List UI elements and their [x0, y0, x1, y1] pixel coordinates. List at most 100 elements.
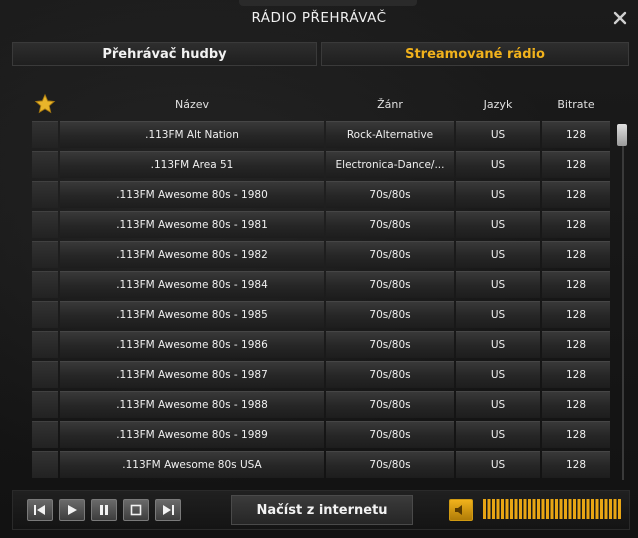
window-top-notch [239, 0, 417, 6]
station-name: .113FM Awesome 80s - 1985 [60, 301, 324, 328]
table-row[interactable]: .113FM Awesome 80s - 1985 70s/80s US 128 [28, 300, 612, 330]
volume-level [483, 499, 621, 519]
station-language: US [456, 121, 540, 148]
station-language: US [456, 361, 540, 388]
skip-previous-icon [34, 505, 45, 515]
station-name: .113FM Awesome 80s - 1987 [60, 361, 324, 388]
column-header-language[interactable]: Jazyk [456, 88, 540, 120]
favorite-column-header[interactable] [32, 88, 58, 120]
volume-button[interactable] [449, 499, 473, 521]
station-genre: 70s/80s [326, 451, 454, 478]
tab-bar: Přehrávač hudby Streamované rádio [12, 42, 629, 66]
station-language: US [456, 391, 540, 418]
table-row[interactable]: .113FM Area 51 Electronica-Dance/... US … [28, 150, 612, 180]
favorite-toggle[interactable] [32, 391, 58, 418]
table-row[interactable]: .113FM Awesome 80s - 1989 70s/80s US 128 [28, 420, 612, 450]
favorite-toggle[interactable] [32, 361, 58, 388]
station-genre: Electronica-Dance/... [326, 151, 454, 178]
playback-bar: Načíst z internetu [12, 490, 630, 530]
favorite-toggle[interactable] [32, 241, 58, 268]
pause-button[interactable] [91, 499, 117, 521]
play-button[interactable] [59, 499, 85, 521]
table-row[interactable]: .113FM Awesome 80s - 1986 70s/80s US 128 [28, 330, 612, 360]
station-name: .113FM Awesome 80s - 1988 [60, 391, 324, 418]
tab-streamed-radio[interactable]: Streamované rádio [321, 42, 629, 66]
station-genre: 70s/80s [326, 181, 454, 208]
table-row[interactable]: .113FM Awesome 80s - 1982 70s/80s US 128 [28, 240, 612, 270]
favorite-toggle[interactable] [32, 421, 58, 448]
star-icon [34, 93, 56, 114]
station-name: .113FM Awesome 80s - 1989 [60, 421, 324, 448]
station-language: US [456, 241, 540, 268]
station-bitrate: 128 [542, 361, 610, 388]
favorite-toggle[interactable] [32, 331, 58, 358]
table-row[interactable]: .113FM Awesome 80s - 1988 70s/80s US 128 [28, 390, 612, 420]
station-genre: 70s/80s [326, 301, 454, 328]
close-button[interactable] [608, 6, 632, 30]
station-list-panel: Název Žánr Jazyk Bitrate .113FM Alt Nati… [28, 88, 636, 480]
station-bitrate: 128 [542, 181, 610, 208]
favorite-toggle[interactable] [32, 271, 58, 298]
favorite-toggle[interactable] [32, 451, 58, 478]
station-name: .113FM Awesome 80s - 1984 [60, 271, 324, 298]
skip-next-icon [163, 505, 174, 515]
station-rows: .113FM Alt Nation Rock-Alternative US 12… [28, 120, 612, 480]
station-bitrate: 128 [542, 451, 610, 478]
scrollbar-track[interactable] [622, 124, 624, 480]
favorite-toggle[interactable] [32, 301, 58, 328]
table-row[interactable]: .113FM Awesome 80s - 1980 70s/80s US 128 [28, 180, 612, 210]
station-bitrate: 128 [542, 271, 610, 298]
station-language: US [456, 421, 540, 448]
station-genre: 70s/80s [326, 211, 454, 238]
pause-icon [100, 505, 108, 515]
station-genre: 70s/80s [326, 421, 454, 448]
station-language: US [456, 151, 540, 178]
station-language: US [456, 301, 540, 328]
station-language: US [456, 211, 540, 238]
station-name: .113FM Awesome 80s - 1986 [60, 331, 324, 358]
load-from-internet-button[interactable]: Načíst z internetu [231, 495, 413, 525]
table-row[interactable]: .113FM Awesome 80s USA 70s/80s US 128 [28, 450, 612, 480]
station-name: .113FM Awesome 80s - 1981 [60, 211, 324, 238]
station-bitrate: 128 [542, 241, 610, 268]
close-icon [613, 11, 627, 25]
tab-music-player[interactable]: Přehrávač hudby [12, 42, 317, 66]
station-genre: 70s/80s [326, 241, 454, 268]
station-bitrate: 128 [542, 151, 610, 178]
station-bitrate: 128 [542, 391, 610, 418]
station-genre: 70s/80s [326, 391, 454, 418]
table-row[interactable]: .113FM Awesome 80s - 1987 70s/80s US 128 [28, 360, 612, 390]
table-row[interactable]: .113FM Alt Nation Rock-Alternative US 12… [28, 120, 612, 150]
table-row[interactable]: .113FM Awesome 80s - 1984 70s/80s US 128 [28, 270, 612, 300]
stop-icon [130, 504, 142, 516]
station-genre: 70s/80s [326, 331, 454, 358]
station-name: .113FM Awesome 80s - 1982 [60, 241, 324, 268]
station-genre: 70s/80s [326, 271, 454, 298]
favorite-toggle[interactable] [32, 151, 58, 178]
window-title: RÁDIO PŘEHRÁVAČ [251, 10, 387, 26]
station-bitrate: 128 [542, 211, 610, 238]
station-bitrate: 128 [542, 331, 610, 358]
favorite-toggle[interactable] [32, 211, 58, 238]
station-language: US [456, 271, 540, 298]
previous-button[interactable] [27, 499, 53, 521]
station-genre: Rock-Alternative [326, 121, 454, 148]
station-language: US [456, 451, 540, 478]
column-header-bitrate[interactable]: Bitrate [542, 88, 610, 120]
station-language: US [456, 331, 540, 358]
table-row[interactable]: .113FM Awesome 80s - 1981 70s/80s US 128 [28, 210, 612, 240]
column-header-name[interactable]: Název [60, 88, 324, 120]
speaker-icon [455, 505, 462, 515]
next-button[interactable] [155, 499, 181, 521]
station-name: .113FM Awesome 80s USA [60, 451, 324, 478]
favorite-toggle[interactable] [32, 181, 58, 208]
station-name: .113FM Area 51 [60, 151, 324, 178]
station-name: .113FM Alt Nation [60, 121, 324, 148]
play-icon [68, 505, 77, 515]
volume-slider[interactable] [483, 499, 621, 519]
column-header-genre[interactable]: Žánr [326, 88, 454, 120]
stop-button[interactable] [123, 499, 149, 521]
scrollbar-thumb[interactable] [617, 124, 627, 146]
favorite-toggle[interactable] [32, 121, 58, 148]
station-bitrate: 128 [542, 421, 610, 448]
